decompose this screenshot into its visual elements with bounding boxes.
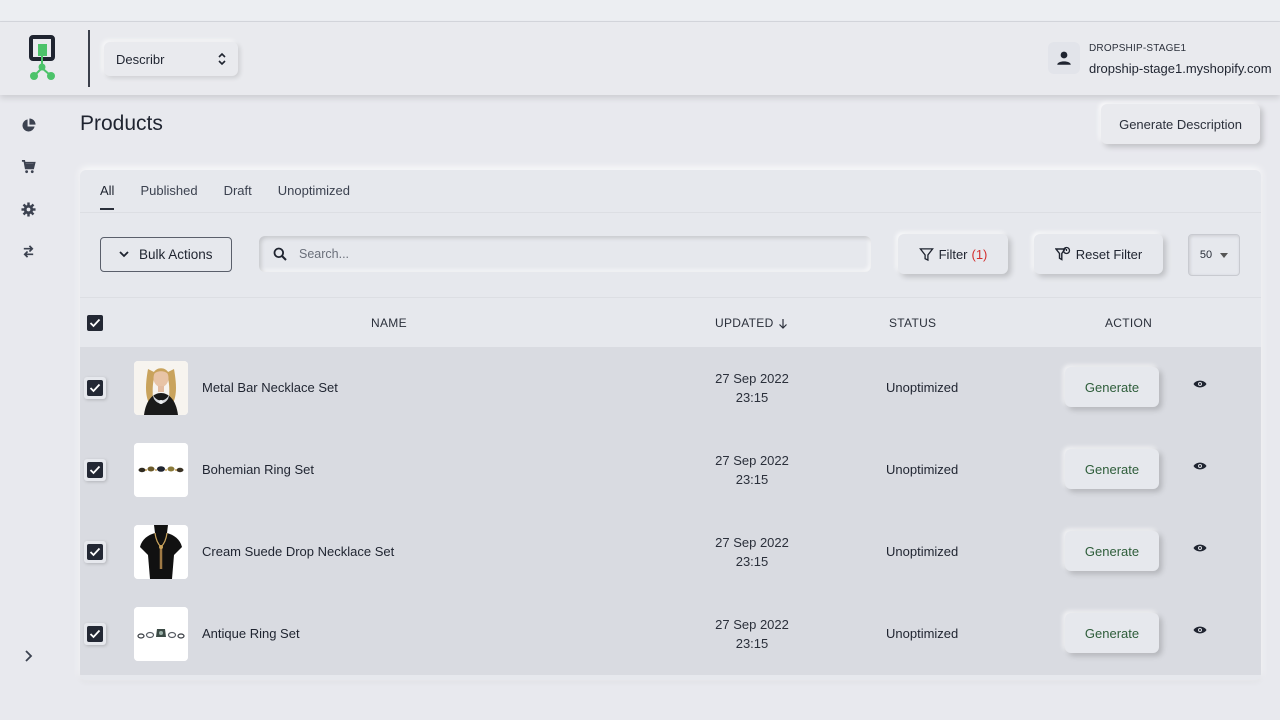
product-name[interactable]: Metal Bar Necklace Set — [202, 380, 338, 395]
status-text: Unoptimized — [886, 380, 959, 395]
cart-icon[interactable] — [19, 157, 37, 175]
tab-draft[interactable]: Draft — [224, 183, 252, 210]
column-header-action: ACTION — [1105, 316, 1153, 330]
per-page-value: 50 — [1199, 249, 1213, 261]
status-text: Unoptimized — [886, 544, 959, 559]
reset-filter-button[interactable]: Reset Filter — [1034, 234, 1163, 274]
bulk-actions-label: Bulk Actions — [139, 247, 213, 262]
chevron-right-icon[interactable] — [19, 647, 37, 665]
eye-icon[interactable] — [1193, 461, 1207, 471]
chevron-down-icon — [119, 251, 129, 258]
tabs-divider — [80, 212, 1261, 213]
column-header-updated[interactable]: UPDATED — [715, 316, 788, 330]
product-thumbnail — [134, 607, 188, 661]
header-divider — [88, 30, 90, 87]
per-page-select[interactable]: 50 — [1188, 234, 1240, 276]
reset-filter-icon — [1054, 246, 1070, 261]
product-name[interactable]: Bohemian Ring Set — [202, 462, 314, 477]
products-card: All Published Draft Unoptimized Bulk Act… — [80, 170, 1261, 680]
row-checkbox[interactable] — [87, 626, 103, 642]
updated-datetime: 27 Sep 2022 23:15 — [712, 369, 792, 407]
status-text: Unoptimized — [886, 626, 959, 641]
updated-date: 27 Sep 2022 — [715, 617, 789, 632]
person-icon — [1057, 51, 1071, 65]
app-select[interactable]: Describr — [104, 42, 238, 76]
product-tabs: All Published Draft Unoptimized — [100, 183, 350, 210]
tab-all[interactable]: All — [100, 183, 115, 210]
table-row[interactable]: Cream Suede Drop Necklace Set 27 Sep 202… — [80, 511, 1261, 593]
page-title: Products — [80, 112, 163, 135]
search-placeholder: Search... — [299, 247, 350, 261]
swap-icon[interactable] — [19, 242, 37, 260]
describr-logo[interactable] — [28, 34, 58, 82]
generate-button[interactable]: Generate — [1065, 449, 1159, 489]
user-avatar[interactable] — [1048, 42, 1080, 74]
generate-description-button[interactable]: Generate Description — [1101, 104, 1260, 144]
app-header: Describr DROPSHIP-STAGE1 dropship-stage1… — [0, 22, 1280, 95]
generate-button[interactable]: Generate — [1065, 367, 1159, 407]
tab-unoptimized[interactable]: Unoptimized — [278, 183, 350, 210]
updated-time: 23:15 — [735, 472, 769, 487]
updated-datetime: 27 Sep 2022 23:15 — [712, 615, 792, 653]
product-name[interactable]: Cream Suede Drop Necklace Set — [202, 544, 394, 559]
eye-icon[interactable] — [1193, 543, 1207, 553]
row-checkbox[interactable] — [87, 462, 103, 478]
updated-date: 27 Sep 2022 — [715, 535, 789, 550]
bulk-actions-button[interactable]: Bulk Actions — [100, 237, 232, 272]
app-select-value: Describr — [116, 51, 165, 67]
updated-date: 27 Sep 2022 — [715, 453, 789, 468]
generate-button[interactable]: Generate — [1065, 531, 1159, 571]
generate-button[interactable]: Generate — [1065, 613, 1159, 653]
gear-icon[interactable] — [19, 200, 37, 218]
product-thumbnail — [134, 443, 188, 497]
filter-button[interactable]: Filter (1) — [898, 234, 1008, 274]
table-row[interactable]: Metal Bar Necklace Set 27 Sep 2022 23:15… — [80, 347, 1261, 429]
product-thumbnail — [134, 525, 188, 579]
arrow-down-icon — [778, 318, 787, 329]
column-header-status: STATUS — [889, 316, 937, 330]
updated-time: 23:15 — [735, 390, 769, 405]
updated-date: 27 Sep 2022 — [715, 371, 789, 386]
tab-published[interactable]: Published — [140, 183, 197, 210]
column-header-name[interactable]: NAME — [371, 316, 407, 330]
pie-chart-icon[interactable] — [19, 116, 37, 134]
eye-icon[interactable] — [1193, 379, 1207, 389]
product-thumbnail — [134, 361, 188, 415]
updated-datetime: 27 Sep 2022 23:15 — [712, 533, 792, 571]
browser-top-strip — [0, 0, 1280, 22]
row-checkbox[interactable] — [87, 544, 103, 560]
updated-time: 23:15 — [735, 554, 769, 569]
updated-datetime: 27 Sep 2022 23:15 — [712, 451, 792, 489]
table-row[interactable]: Bohemian Ring Set 27 Sep 2022 23:15 Unop… — [80, 429, 1261, 511]
filter-label: Filter — [938, 246, 968, 262]
reset-filter-label: Reset Filter — [1075, 246, 1143, 262]
select-all-checkbox[interactable] — [87, 315, 103, 331]
table-row[interactable]: Antique Ring Set 27 Sep 2022 23:15 Unopt… — [80, 593, 1261, 675]
sidebar — [0, 95, 58, 720]
search-input[interactable]: Search... — [259, 236, 871, 272]
product-name[interactable]: Antique Ring Set — [202, 626, 300, 641]
eye-icon[interactable] — [1193, 625, 1207, 635]
store-domain: dropship-stage1.myshopify.com — [1089, 61, 1272, 76]
column-header-updated-label: UPDATED — [715, 316, 774, 330]
status-text: Unoptimized — [886, 462, 959, 477]
caret-down-icon — [1220, 252, 1229, 258]
updown-chevron-icon — [218, 52, 226, 66]
updated-time: 23:15 — [735, 636, 769, 651]
table-header: NAME UPDATED STATUS ACTION — [80, 297, 1261, 347]
search-icon — [273, 247, 287, 261]
filter-count: (1) — [971, 246, 988, 262]
row-checkbox[interactable] — [87, 380, 103, 396]
store-name: DROPSHIP-STAGE1 — [1089, 43, 1187, 54]
filter-icon — [918, 247, 934, 261]
